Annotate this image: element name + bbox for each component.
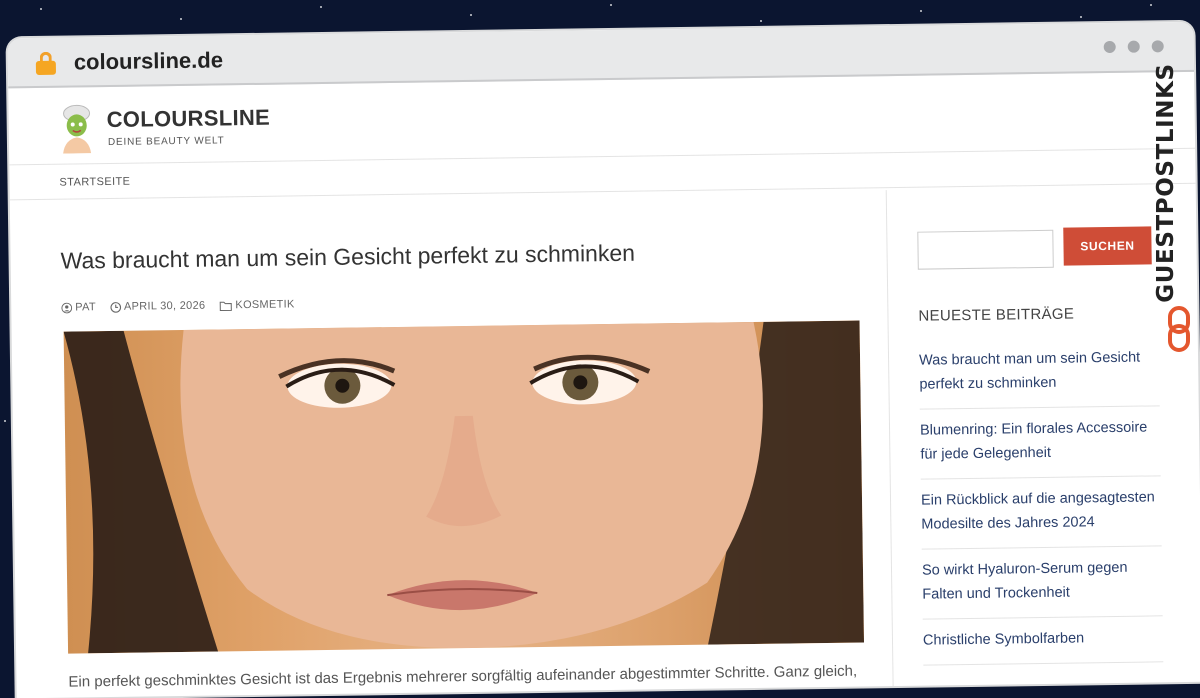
- window-controls: [1103, 40, 1164, 54]
- post-date[interactable]: APRIL 30, 2026: [110, 299, 206, 313]
- recent-post-link[interactable]: So wirkt Hyaluron-Serum gegen Falten und…: [921, 546, 1163, 620]
- url-text[interactable]: coloursline.de: [74, 47, 224, 75]
- post-meta: PAT APRIL 30, 2026 KOSMETIK: [61, 298, 295, 313]
- user-icon: [61, 302, 73, 313]
- recent-post-link[interactable]: Blumenring: Ein florales Accessoire für …: [919, 406, 1161, 480]
- chain-link-icon: [1168, 306, 1190, 352]
- folder-icon: [219, 301, 232, 311]
- post-category-label: KOSMETIK: [235, 298, 295, 312]
- nav-item-startseite[interactable]: STARTSEITE: [59, 176, 130, 189]
- browser-window: coloursline.de COLOURSLINE DEINE BEAUTY …: [7, 21, 1200, 698]
- search-input[interactable]: [917, 229, 1054, 270]
- recent-post-link[interactable]: Christliche Symbolfarben: [922, 616, 1164, 666]
- site-title[interactable]: COLOURSLINE: [106, 105, 270, 133]
- face-illustration: [63, 320, 865, 654]
- post-title[interactable]: Was braucht man um sein Gesicht perfekt …: [60, 240, 635, 275]
- post-excerpt: Ein perfekt geschminktes Gesicht ist das…: [68, 662, 858, 691]
- post-featured-image[interactable]: [63, 320, 865, 654]
- post-date-label: APRIL 30, 2026: [123, 299, 206, 313]
- recent-post-link[interactable]: Was braucht man um sein Gesicht perfekt …: [918, 336, 1160, 410]
- watermark-text: GUESTPOSTLINKS: [1153, 63, 1179, 303]
- window-dot-icon[interactable]: [1151, 40, 1164, 53]
- recent-post-link[interactable]: Ein Rückblick auf die angesagtesten Mode…: [920, 476, 1162, 550]
- main-content: Was braucht man um sein Gesicht perfekt …: [10, 190, 893, 698]
- window-dot-icon[interactable]: [1103, 40, 1116, 54]
- window-dot-icon[interactable]: [1127, 40, 1140, 53]
- post-author-label: PAT: [75, 301, 97, 314]
- search-button[interactable]: SUCHEN: [1063, 226, 1152, 266]
- site-tagline: DEINE BEAUTY WELT: [107, 135, 225, 148]
- lock-icon: [35, 51, 57, 75]
- recent-posts-list: Was braucht man um sein Gesicht perfekt …: [918, 336, 1164, 666]
- recent-posts-title: NEUESTE BEITRÄGE: [918, 305, 1075, 325]
- post-category[interactable]: KOSMETIK: [219, 298, 295, 312]
- clock-icon: [110, 301, 121, 313]
- guestpostlinks-watermark: GUESTPOSTLINKS: [1153, 56, 1194, 356]
- post-author[interactable]: PAT: [61, 301, 96, 313]
- logo-icon[interactable]: [58, 103, 95, 154]
